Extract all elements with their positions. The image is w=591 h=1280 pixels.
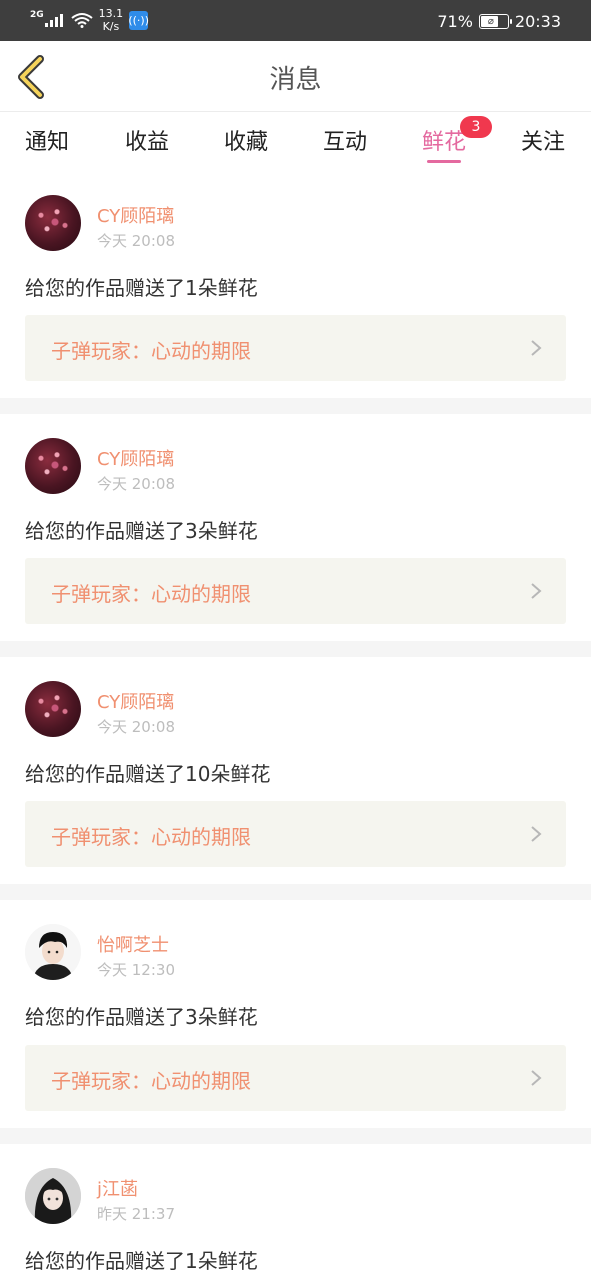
- message-time: 昨天 21:37: [97, 1205, 175, 1223]
- tab-notifications[interactable]: 通知: [7, 124, 87, 156]
- page-title: 消息: [269, 65, 322, 95]
- work-link-card[interactable]: 子弹玩家：心动的期限: [25, 801, 566, 867]
- status-left: 2G 13.1 K/s ((·)): [30, 7, 149, 33]
- tab-favorites[interactable]: 收藏: [206, 124, 286, 156]
- chevron-right-icon: [531, 583, 542, 599]
- tab-label: 关注: [520, 130, 565, 155]
- message-item: CY顾陌璃 今天 20:08 给您的作品赠送了1朵鲜花 子弹玩家：心动的期限: [0, 176, 591, 398]
- divider: [0, 641, 591, 657]
- avatar[interactable]: [25, 924, 81, 980]
- network-speed: 13.1 K/s: [99, 7, 124, 33]
- tab-label: 通知: [24, 130, 69, 155]
- tab-interactions[interactable]: 互动: [305, 124, 385, 156]
- message-text: 给您的作品赠送了3朵鲜花: [25, 1005, 258, 1029]
- avatar[interactable]: [25, 438, 81, 494]
- tab-label: 收益: [124, 130, 169, 155]
- message-text: 给您的作品赠送了1朵鲜花: [25, 1249, 258, 1273]
- network-type: 2G: [30, 10, 44, 20]
- message-item: 怡啊芝士 今天 12:30 给您的作品赠送了3朵鲜花 子弹玩家：心动的期限: [0, 900, 591, 1128]
- username[interactable]: CY顾陌璃: [97, 688, 174, 714]
- message-item: CY顾陌璃 今天 20:08 给您的作品赠送了3朵鲜花 子弹玩家：心动的期限: [0, 414, 591, 641]
- tab-follows[interactable]: 关注: [503, 124, 583, 156]
- tab-label: 收藏: [223, 130, 268, 155]
- divider: [0, 1128, 591, 1144]
- tab-label: 鲜花: [421, 130, 466, 155]
- message-text: 给您的作品赠送了10朵鲜花: [25, 762, 271, 786]
- message-time: 今天 20:08: [97, 718, 175, 736]
- chevron-right-icon: [531, 340, 542, 356]
- work-link-card[interactable]: 子弹玩家：心动的期限: [25, 1045, 566, 1111]
- active-tab-indicator: [427, 160, 461, 163]
- battery-percent: 71%: [437, 11, 473, 31]
- status-bar: 2G 13.1 K/s ((·)) 71% ⌀ 20:33: [0, 0, 591, 41]
- wifi-icon: [71, 13, 93, 28]
- header: 消息: [0, 41, 591, 112]
- tab-flowers[interactable]: 鲜花 3: [404, 116, 492, 163]
- boy-avatar-icon: [25, 924, 81, 980]
- message-item: j江菡 昨天 21:37 给您的作品赠送了1朵鲜花: [0, 1144, 591, 1280]
- username[interactable]: 怡啊芝士: [97, 931, 169, 957]
- battery-icon: ⌀: [478, 13, 512, 29]
- message-time: 今天 20:08: [97, 232, 175, 250]
- message-time: 今天 12:30: [97, 961, 175, 979]
- message-item: CY顾陌璃 今天 20:08 给您的作品赠送了10朵鲜花 子弹玩家：心动的期限: [0, 657, 591, 884]
- divider: [0, 398, 591, 414]
- username[interactable]: CY顾陌璃: [97, 445, 174, 471]
- work-link-card[interactable]: 子弹玩家：心动的期限: [25, 315, 566, 381]
- work-title: 子弹玩家：心动的期限: [51, 825, 251, 849]
- work-title: 子弹玩家：心动的期限: [51, 582, 251, 606]
- speed-unit: K/s: [102, 20, 120, 33]
- tab-earnings[interactable]: 收益: [107, 124, 187, 156]
- work-title: 子弹玩家：心动的期限: [51, 339, 251, 363]
- nfc-icon: ((·)): [128, 10, 149, 30]
- message-text: 给您的作品赠送了3朵鲜花: [25, 519, 258, 543]
- username[interactable]: CY顾陌璃: [97, 202, 174, 228]
- avatar[interactable]: [25, 1168, 81, 1224]
- work-title: 子弹玩家：心动的期限: [51, 1069, 251, 1093]
- username[interactable]: j江菡: [97, 1175, 138, 1201]
- speed-value: 13.1: [98, 7, 124, 20]
- work-link-card[interactable]: 子弹玩家：心动的期限: [25, 558, 566, 624]
- clock: 20:33: [514, 11, 561, 31]
- chevron-right-icon: [531, 1070, 542, 1086]
- unread-badge: 3: [460, 116, 492, 138]
- tab-label: 互动: [322, 130, 367, 155]
- avatar[interactable]: [25, 195, 81, 251]
- divider: [0, 884, 591, 900]
- tab-bar: 通知 收益 收藏 互动 鲜花 3 关注: [0, 112, 591, 174]
- avatar[interactable]: [25, 681, 81, 737]
- message-time: 今天 20:08: [97, 475, 175, 493]
- message-text: 给您的作品赠送了1朵鲜花: [25, 276, 258, 300]
- girl-avatar-icon: [25, 1168, 81, 1224]
- signal-icon: [44, 13, 63, 27]
- status-right: 71% ⌀ 20:33: [437, 10, 561, 32]
- chevron-right-icon: [531, 826, 542, 842]
